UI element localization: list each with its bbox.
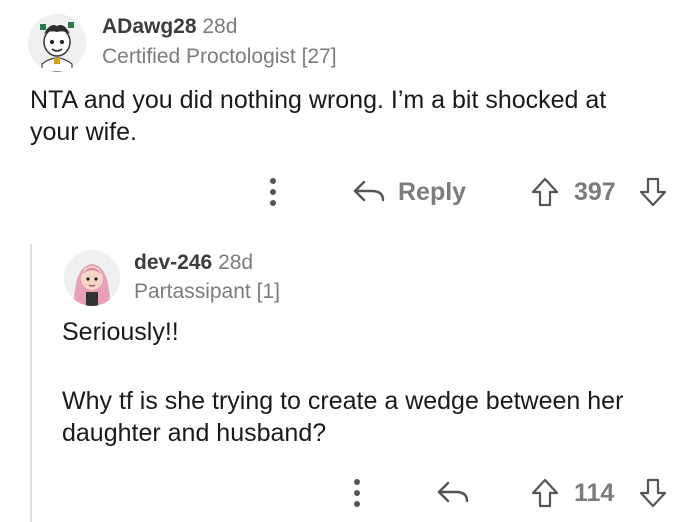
avatar-icon [28, 14, 86, 72]
more-options-button[interactable] [262, 176, 284, 208]
user-flair: Partassipant [1] [134, 280, 280, 303]
comment-header: ADawg28 28d [102, 14, 237, 40]
reply-button[interactable] [436, 480, 470, 506]
comment-header: dev-246 28d [134, 250, 253, 276]
more-options-button[interactable] [346, 477, 368, 509]
downvote-icon [639, 478, 667, 508]
upvote-icon [531, 478, 559, 508]
reply-label: Reply [398, 178, 467, 206]
comment-body-line: Why tf is she trying to create a wedge b… [62, 387, 624, 415]
user-flair: Certified Proctologist [27] [102, 45, 337, 68]
comment-body-line: NTA and you did nothing wrong. I’m a bit… [30, 86, 607, 114]
avatar-icon [64, 250, 120, 306]
reply-arrow-icon [353, 180, 385, 202]
more-options-icon [270, 178, 276, 206]
comment-body-line: daughter and husband? [62, 419, 327, 447]
comment-age: 28d [218, 251, 254, 274]
comment-body-line: your wife. [30, 118, 137, 146]
thread-line[interactable] [30, 244, 32, 522]
comment-body-paragraph: Why tf is she trying to create a wedge b… [62, 385, 623, 449]
user-avatar[interactable] [64, 250, 120, 306]
comment-body-paragraph: Seriously!! [62, 318, 179, 346]
username-link[interactable]: ADawg28 [102, 15, 197, 38]
username-link[interactable]: dev-246 [134, 251, 212, 274]
more-options-icon [354, 479, 360, 507]
downvote-icon [639, 177, 667, 207]
upvote-button[interactable] [530, 176, 560, 208]
upvote-button[interactable] [530, 477, 560, 509]
downvote-button[interactable] [638, 176, 668, 208]
vote-score: 114 [574, 479, 615, 507]
reply-button[interactable]: Reply [352, 175, 472, 209]
vote-score: 397 [574, 178, 616, 206]
comment-age: 28d [202, 15, 238, 38]
upvote-icon [531, 177, 559, 207]
reply-arrow-icon [437, 481, 469, 503]
comment-body: NTA and you did nothing wrong. I’m a bit… [30, 84, 606, 148]
downvote-button[interactable] [638, 477, 668, 509]
user-avatar[interactable] [28, 14, 86, 72]
